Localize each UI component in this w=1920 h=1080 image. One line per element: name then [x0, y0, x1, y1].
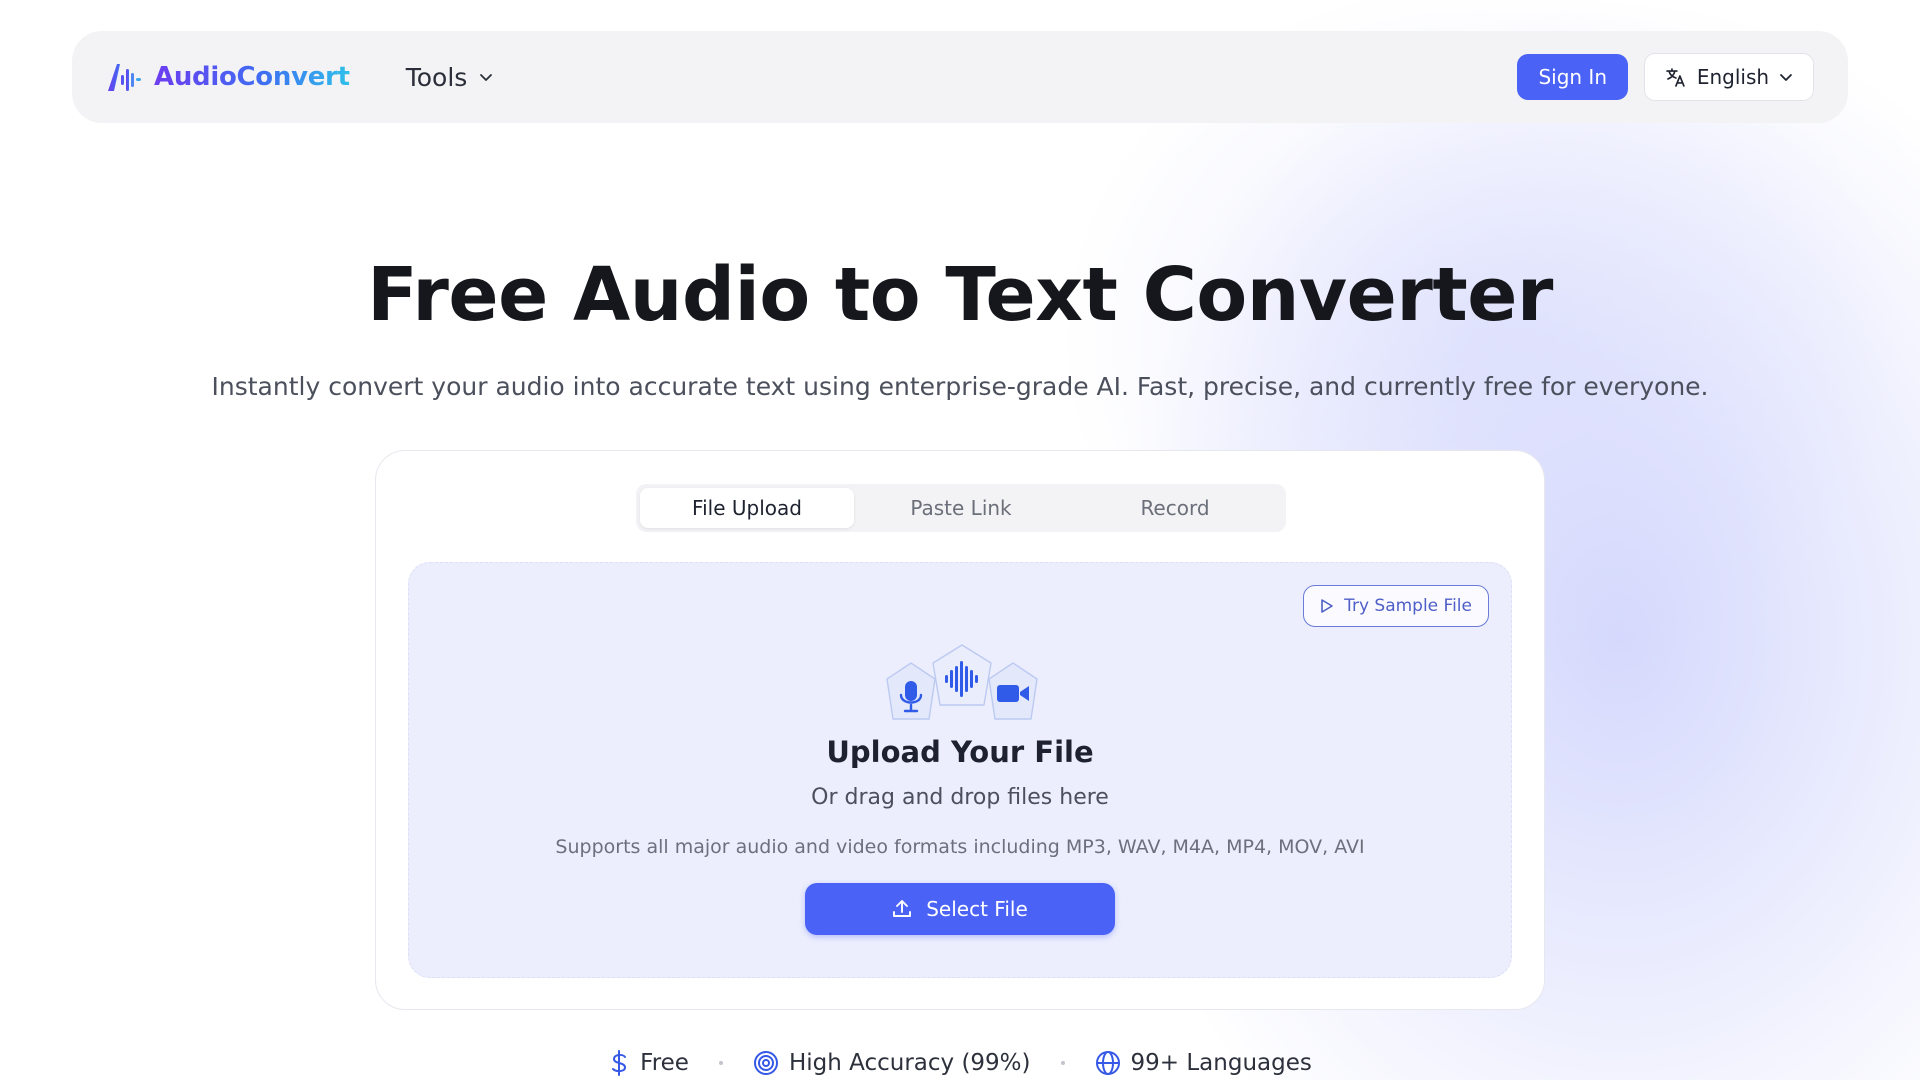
video-camera-icon	[988, 662, 1038, 720]
tools-label: Tools	[405, 62, 468, 92]
feature-label: High Accuracy (99%)	[788, 1050, 1031, 1076]
upload-title: Upload Your File	[826, 735, 1094, 769]
feature-accuracy: High Accuracy (99%)	[753, 1050, 1031, 1076]
try-sample-button[interactable]: Try Sample File	[1303, 585, 1489, 627]
upload-icon	[893, 900, 912, 917]
try-sample-label: Try Sample File	[1344, 596, 1472, 616]
file-dropzone[interactable]: Try Sample File Upload Your File Or drag…	[408, 562, 1512, 978]
microphone-icon	[886, 662, 936, 720]
feature-languages: 99+ Languages	[1095, 1050, 1312, 1076]
chevron-down-icon	[1780, 74, 1792, 81]
tab-paste-link[interactable]: Paste Link	[854, 488, 1068, 528]
page-subtitle: Instantly convert your audio into accura…	[211, 372, 1709, 401]
top-navbar: AudioConvert Tools Sign In English	[72, 31, 1848, 123]
target-icon	[753, 1051, 778, 1075]
supported-formats-text: Supports all major audio and video forma…	[555, 836, 1365, 858]
dollar-icon	[612, 1050, 627, 1076]
tab-file-upload[interactable]: File Upload	[640, 488, 854, 528]
translate-icon	[1666, 68, 1685, 87]
waveform-icon	[932, 644, 992, 706]
upload-subtitle: Or drag and drop files here	[811, 785, 1109, 810]
tools-menu[interactable]: Tools	[406, 63, 494, 92]
feature-label: 99+ Languages	[1130, 1050, 1312, 1076]
feature-free: Free	[608, 1050, 689, 1076]
separator-dot	[1060, 1061, 1065, 1065]
select-file-label: Select File	[926, 897, 1028, 921]
logo[interactable]: AudioConvert	[106, 61, 350, 93]
play-icon	[1321, 599, 1333, 613]
input-mode-tabs: File Upload Paste Link Record	[636, 484, 1286, 532]
chevron-down-icon	[480, 74, 493, 81]
select-file-button[interactable]: Select File	[805, 883, 1115, 935]
nav-right: Sign In English	[1517, 53, 1814, 101]
converter-card: File Upload Paste Link Record Try Sample…	[375, 450, 1545, 1010]
logo-text: AudioConvert	[154, 62, 350, 92]
language-label: English	[1696, 65, 1770, 89]
logo-icon	[108, 64, 141, 91]
feature-label: Free	[640, 1050, 689, 1076]
sign-in-button[interactable]: Sign In	[1517, 54, 1628, 100]
feature-highlights: Free High Accuracy (99%) 99+ Languages	[0, 1050, 1920, 1076]
tab-record[interactable]: Record	[1068, 488, 1282, 528]
separator-dot	[718, 1061, 723, 1065]
language-selector[interactable]: English	[1644, 53, 1814, 101]
page-title: Free Audio to Text Converter	[367, 252, 1553, 338]
globe-icon	[1095, 1051, 1120, 1075]
upload-media-icons	[886, 644, 1038, 720]
